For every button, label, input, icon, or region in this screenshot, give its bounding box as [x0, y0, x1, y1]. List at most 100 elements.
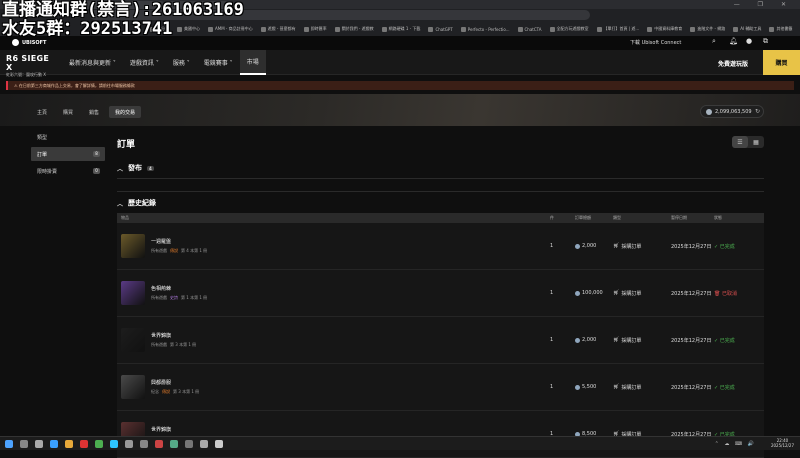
table-row[interactable]: 一週羅盤 所有遊戲 傳說第 4 本第 1 冊 1 2,000 🛒︎ 採購訂單 2025年12月… [117, 223, 764, 270]
bookmark-favicon-icon [647, 26, 653, 32]
bookmark-item[interactable]: AMM - 商品註冊中心 [208, 26, 253, 32]
item-qty: 1 [550, 290, 554, 296]
nav-item[interactable]: 遊戲資訊 ˅ [123, 50, 166, 75]
page-title: 訂單 [117, 140, 136, 150]
nav-item[interactable]: 市場 [239, 50, 266, 75]
nav-item[interactable]: 電競賽事 ˅ [197, 50, 240, 75]
bookmark-label: Perfecto - Perfectio... [467, 26, 510, 32]
controller-icon[interactable]: ⧉ [763, 38, 770, 45]
list-view-icon[interactable]: ☰ [732, 136, 748, 148]
bookmark-item[interactable]: 全配方玩遊戲教室 [549, 26, 589, 32]
section-published[interactable]: ︿ 發布 4 [117, 163, 154, 173]
bookmark-label: 進階文件 - 網路 [697, 26, 726, 31]
taskbar-app-icon[interactable] [35, 440, 43, 448]
item-info: 興都爵服 紀念 傳說第 3 本第 1 冊 [151, 379, 199, 395]
cart-icon: 🛒︎ [613, 384, 620, 390]
bookmark-item[interactable]: ChatCTA [517, 26, 542, 32]
item-rarity: 史詩 [170, 295, 178, 300]
col-header-status: 狀態 [714, 215, 722, 220]
bookmark-label: 網路硬碟 1 - 下載 [388, 26, 421, 31]
table-row[interactable]: 世界錦旗 所有遊戲第 3 本第 1 冊 1 2,000 🛒︎ 採購訂單 2025年12月27… [117, 317, 764, 364]
table-row[interactable]: 世界錦旗所有遊戲傳說第 3 本第 1 冊18,500🛒︎採購訂單2025年12月… [117, 411, 764, 458]
bookmark-item[interactable]: 進階文件 - 網路 [690, 26, 725, 32]
taskbar-app-icon[interactable] [200, 440, 208, 448]
item-season: 第 3 本第 1 冊 [173, 389, 200, 394]
taskbar-app-icon[interactable] [170, 440, 178, 448]
market-subtab[interactable]: 主頁 [31, 106, 53, 118]
item-meta: 所有遊戲 傳說第 4 本第 1 冊 [151, 248, 207, 254]
market-subtab[interactable]: 購買 [57, 106, 79, 118]
taskbar-app-icon[interactable] [20, 440, 28, 448]
refresh-icon[interactable]: ↻ [755, 108, 760, 115]
credit-coin-icon [575, 384, 580, 390]
clock[interactable]: 22:40 2025/12/27 [771, 438, 794, 448]
buy-button[interactable]: 購買 [763, 50, 800, 75]
bookmark-item[interactable]: 關於我們 - 遊戲教 [334, 26, 374, 32]
taskbar-app-icon[interactable] [110, 440, 118, 448]
section-published-count: 4 [147, 165, 154, 171]
notice-banner[interactable]: ⚠ 在日前第三方商城作品上交易，會了解詳情，請前往市場服務條款 [6, 81, 794, 90]
order-total: 100,000 [575, 290, 613, 296]
bookmark-label: 關於我們 - 遊戲教 [341, 26, 374, 31]
bookmark-favicon-icon [596, 26, 602, 32]
table-row[interactable]: 色相荊棘 所有遊戲 史詩第 1 本第 1 冊 1 100,000 🛒︎ 採購訂單 2025年1… [117, 270, 764, 317]
nav-item[interactable]: 最新消息與更新 ˅ [62, 50, 123, 75]
bookmark-item[interactable]: 其他書籤 [769, 26, 792, 32]
taskbar-app-icon[interactable] [80, 440, 88, 448]
item-meta: 所有遊戲 史詩第 1 本第 1 冊 [151, 295, 207, 301]
bookmark-item[interactable]: Perfecto - Perfectio... [460, 26, 510, 32]
bookmark-item[interactable]: 中國資料庫教育 [647, 26, 682, 32]
sidebar-item[interactable]: 訂單 8 [31, 147, 105, 161]
item-thumbnail [121, 328, 145, 352]
item-thumbnail [121, 281, 145, 305]
taskbar-app-icon[interactable] [95, 440, 103, 448]
market-subtab[interactable]: 銷售 [83, 106, 105, 118]
user-icon[interactable]: ● [746, 38, 753, 45]
order-status-label: 已完成 [719, 337, 735, 344]
game-navigation: R6 SIEGE X 虹彩六號：圍攻行動 X 最新消息與更新 ˅ 遊戲資訊 ˅ 服務… [0, 50, 800, 78]
download-connect-link[interactable]: 下載 Ubisoft Connect [630, 39, 681, 46]
game-logo[interactable]: R6 SIEGE X 虹彩六號：圍攻行動 X [6, 54, 56, 78]
system-tray[interactable]: ⌃ ☁ ⌨ 🔊 [715, 441, 756, 447]
taskbar-app-icon[interactable] [185, 440, 193, 448]
sidebar: 類型訂單 8 限時掛賣 0 [31, 130, 105, 181]
clock-date: 2025/12/27 [770, 443, 794, 448]
ubisoft-swirl-icon [12, 39, 19, 46]
taskbar-app-icon[interactable] [5, 440, 13, 448]
search-icon[interactable]: ⌕ [712, 38, 719, 45]
sidebar-item-label: 類型 [37, 134, 48, 141]
taskbar-app-icon[interactable] [140, 440, 148, 448]
bookmark-favicon-icon [177, 26, 182, 32]
bookmark-item[interactable]: AI 輔助工具 [733, 26, 761, 32]
taskbar-app-icon[interactable] [125, 440, 133, 448]
bookmark-item[interactable]: 【單打】首頁 | 遊... [596, 26, 639, 32]
bell-icon[interactable]: 🔔︎ [729, 38, 738, 45]
bookmark-item[interactable]: 美國中心 [177, 26, 200, 32]
taskbar-app-icon[interactable] [50, 440, 58, 448]
table-row[interactable]: 興都爵服 紀念 傳說第 3 本第 1 冊 1 5,500 🛒︎ 採購訂單 2025年12月27… [117, 364, 764, 411]
bookmark-item[interactable]: ChatGPT [428, 26, 453, 32]
taskbar-app-icon[interactable] [65, 440, 73, 448]
section-history[interactable]: ︿ 歷史紀錄 [117, 198, 156, 208]
item-name: 色相荊棘 [151, 286, 172, 292]
taskbar-app-icon[interactable] [155, 440, 163, 448]
game-logo-subtitle: 虹彩六號：圍攻行動 X [6, 72, 47, 77]
free-play-link[interactable]: 免費遊玩版 [718, 59, 748, 68]
bookmark-item[interactable]: 即時匯率 [303, 26, 327, 32]
sidebar-item[interactable]: 限時掛賣 0 [31, 164, 105, 178]
bookmark-label: 美國中心 [184, 26, 200, 31]
window-controls[interactable]: — ❐ ✕ [734, 1, 794, 8]
order-type-label: 採購訂單 [621, 290, 642, 297]
item-info: 一週羅盤 所有遊戲 傳說第 4 本第 1 冊 [151, 238, 207, 254]
ubisoft-logo[interactable]: UBISOFT [12, 39, 46, 46]
market-subtab[interactable]: 我的交易 [109, 106, 142, 118]
order-total-value: 5,500 [582, 384, 597, 390]
taskbar-app-icon[interactable] [215, 440, 223, 448]
item-qty: 1 [550, 243, 554, 249]
grid-view-icon[interactable]: ▦ [748, 136, 764, 148]
trash-icon: 🗑︎ [714, 290, 722, 297]
section-published-title: 發布 [128, 164, 143, 172]
bookmark-item[interactable]: 網路硬碟 1 - 下載 [381, 26, 421, 32]
nav-item[interactable]: 服務 ˅ [166, 50, 197, 75]
bookmark-item[interactable]: 遊戲 - 甚麼都有 [260, 26, 296, 32]
